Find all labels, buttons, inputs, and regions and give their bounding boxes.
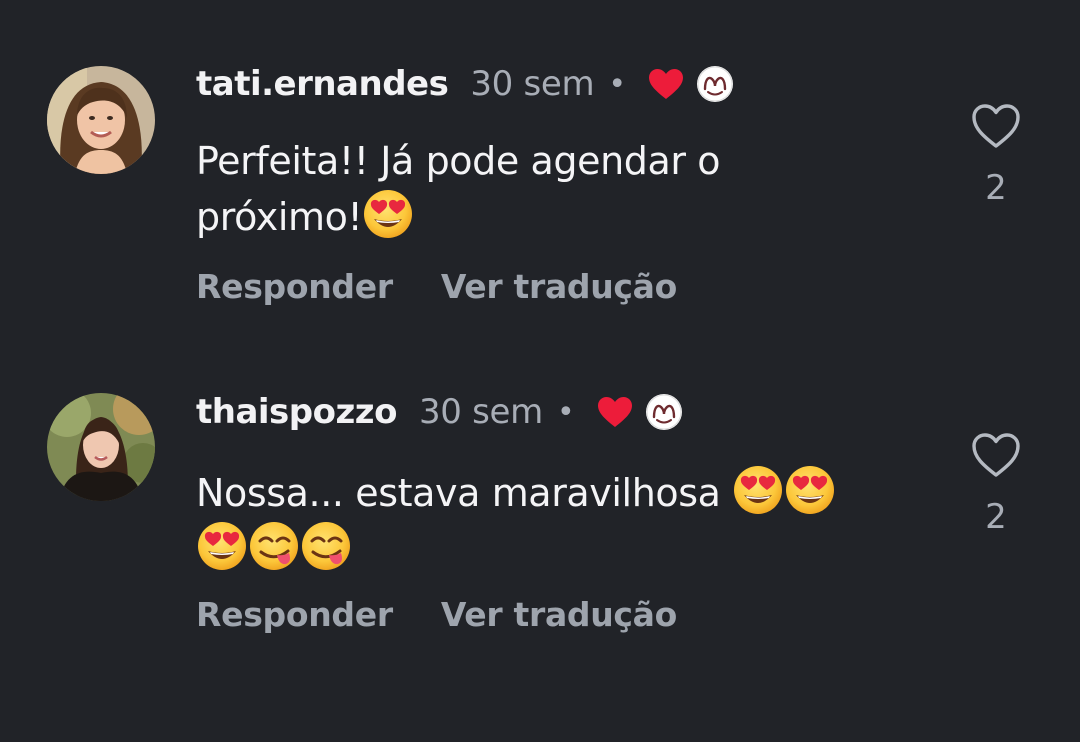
comment-header: thaispozzo 30 sem • (196, 390, 683, 434)
yum-emoji-icon (300, 520, 352, 572)
comment-actions: Responder Ver tradução (196, 592, 677, 636)
reply-button[interactable]: Responder (196, 595, 393, 634)
separator-dot: • (556, 394, 575, 430)
comment-text: Nossa... estava maravilhosa (196, 464, 916, 576)
heart-filled-icon (597, 396, 633, 428)
like-column: 2 (968, 431, 1024, 537)
yum-emoji-icon (248, 520, 300, 572)
heart-eyes-emoji-icon (732, 464, 784, 516)
like-count: 2 (985, 497, 1007, 537)
comment-item: thaispozzo 30 sem • Nossa... estava mara… (0, 0, 1080, 742)
heart-eyes-emoji-icon (784, 464, 836, 516)
author-avatar-icon (645, 393, 683, 431)
username[interactable]: thaispozzo (196, 392, 397, 432)
avatar[interactable] (47, 393, 155, 501)
comment-time: 30 sem (418, 392, 543, 432)
see-translation-button[interactable]: Ver tradução (441, 595, 678, 634)
heart-eyes-emoji-icon (196, 520, 248, 572)
comment-text-line: Nossa... estava maravilhosa (196, 471, 721, 515)
heart-outline-icon[interactable] (970, 431, 1022, 479)
